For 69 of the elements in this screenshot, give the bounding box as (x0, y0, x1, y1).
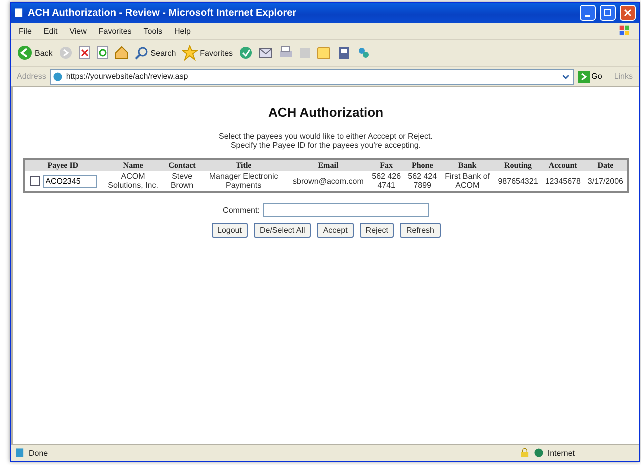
action-button[interactable]: Accept (317, 223, 354, 238)
table-cell: Manager Electronic Payments (199, 171, 288, 192)
column-header: Title (199, 159, 288, 171)
stop-button[interactable] (78, 46, 91, 60)
action-button[interactable]: De/Select All (254, 223, 312, 238)
column-header: Fax (368, 159, 405, 171)
column-header: Date (584, 159, 628, 171)
media-button[interactable] (239, 46, 254, 60)
page-icon (15, 448, 25, 458)
action-button[interactable]: Refresh (400, 223, 440, 238)
select-checkbox[interactable] (30, 176, 40, 186)
minimize-button[interactable] (580, 5, 596, 21)
action-button[interactable]: Logout (212, 223, 248, 238)
column-header: Phone (404, 159, 441, 171)
menu-item[interactable]: Tools (144, 26, 162, 36)
column-header: Routing (494, 159, 542, 171)
status-text: Done (29, 448, 50, 458)
folder-button[interactable] (317, 46, 332, 60)
instruction-text: Select the payees you would like to either Acccept or Reject. (219, 132, 433, 141)
globe-icon (534, 448, 544, 458)
maximize-icon (604, 9, 612, 17)
comment-label: Comment: (223, 206, 260, 214)
table-cell: 3/17/2006 (584, 171, 628, 192)
search-icon (134, 46, 149, 60)
menu-item[interactable]: File (19, 26, 32, 36)
windows-logo-icon (619, 25, 631, 37)
lock-icon (520, 448, 530, 458)
messenger-button[interactable] (357, 46, 372, 60)
close-button[interactable] (620, 5, 636, 21)
star-icon (182, 45, 198, 61)
table-cell: sbrown@acom.com (288, 171, 369, 192)
payee-id-field[interactable]: ACO2345 (42, 174, 97, 188)
print-button[interactable] (279, 46, 294, 60)
instruction-text: Specify the Payee ID for the payees you're accepting. (230, 141, 422, 150)
research-button[interactable] (337, 46, 352, 60)
back-button[interactable]: Back (17, 45, 53, 61)
maximize-button[interactable] (600, 5, 616, 21)
page-icon (14, 8, 24, 18)
table-cell: 562 424 7899 (404, 171, 441, 192)
page-heading: ACH Authorization (268, 105, 384, 120)
zone-text: Internet (548, 448, 575, 458)
favorites-button[interactable]: Favorites (182, 45, 234, 61)
globe-icon (53, 72, 64, 82)
refresh-button[interactable] (96, 46, 109, 60)
address-label: Address (17, 72, 46, 81)
column-header: Name (101, 159, 166, 171)
menu-item[interactable]: Favorites (98, 26, 132, 36)
menu-item[interactable]: View (70, 26, 87, 36)
table-cell: 562 426 4741 (368, 171, 405, 192)
table-cell: Steve Brown (165, 171, 200, 192)
table-cell: First Bank of ACOM (440, 171, 495, 192)
window-title: ACH Authorization - Review - Microsoft Internet Explorer (28, 8, 298, 18)
address-field[interactable]: https://yourwebsite/ach/review.asp (50, 68, 574, 84)
mail-button[interactable] (259, 46, 274, 60)
menu-item[interactable]: Edit (44, 26, 58, 36)
table-cell: 987654321 (494, 171, 542, 192)
column-header: Email (288, 159, 369, 171)
action-button[interactable]: Reject (360, 223, 394, 238)
column-header: Contact (165, 159, 200, 171)
search-button[interactable]: Search (134, 46, 176, 60)
comment-field[interactable] (262, 203, 429, 217)
menu-item[interactable]: Help (174, 26, 191, 36)
column-header: Payee ID (24, 159, 102, 171)
table-cell: ACOM Solutions, Inc. (101, 171, 166, 192)
column-header: Bank (440, 159, 495, 171)
home-button[interactable] (114, 46, 129, 60)
column-header: Account (542, 159, 584, 171)
table-cell: 12345678 (542, 171, 584, 192)
close-icon (624, 9, 632, 17)
